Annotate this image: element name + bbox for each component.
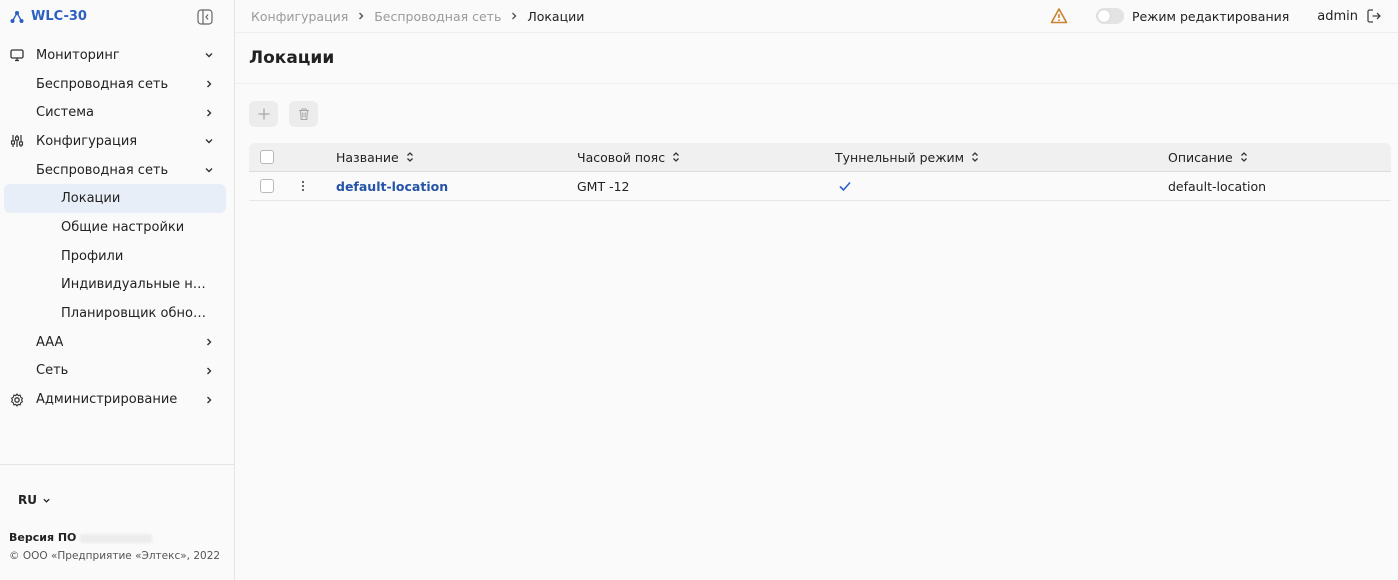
app-name[interactable]: WLC-30 <box>31 9 87 24</box>
logout-icon[interactable] <box>1366 8 1382 24</box>
chevron-down-icon <box>42 496 51 505</box>
add-button[interactable] <box>249 101 278 127</box>
sidebar-item-label: Мониторинг <box>36 47 120 63</box>
chevron-down-icon <box>204 136 214 146</box>
row-actions-cell <box>298 179 308 193</box>
chevron-down-icon <box>204 165 214 175</box>
sidebar-item-individual-settings[interactable]: Индивидуальные настро… <box>4 271 226 300</box>
select-all-checkbox[interactable] <box>260 150 274 164</box>
sidebar-item-aaa[interactable]: AAA <box>4 328 226 357</box>
column-label: Название <box>336 149 399 165</box>
version-label: Версия ПО <box>9 531 77 544</box>
table-header: Название Часовой пояс Туннельный режим О… <box>249 143 1391 172</box>
edit-mode-toggle[interactable] <box>1095 8 1124 24</box>
sidebar-item-label: Беспроводная сеть <box>36 162 169 178</box>
sidebar-footer: RU Версия ПО © ООО «Предприятие «Элтекс»… <box>0 464 234 580</box>
sidebar-item-general-settings[interactable]: Общие настройки <box>4 213 226 242</box>
breadcrumb-item[interactable]: Беспроводная сеть <box>374 9 501 24</box>
top-bar: Конфигурация Беспроводная сеть Локации Р… <box>235 0 1398 33</box>
sidebar-item-profiles[interactable]: Профили <box>4 242 226 271</box>
network-logo-icon <box>10 10 24 24</box>
warning-icon[interactable] <box>1050 7 1068 25</box>
select-all-cell <box>260 150 274 164</box>
sidebar-item-monitoring-wireless[interactable]: Беспроводная сеть <box>4 70 226 99</box>
sidebar-item-label: AAA <box>36 334 64 350</box>
software-version: Версия ПО <box>9 531 153 544</box>
location-name-link[interactable]: default-location <box>336 179 448 194</box>
sidebar-item-label: Сеть <box>36 363 69 379</box>
sort-icon <box>405 151 415 163</box>
sidebar-item-label: Планировщик обновлен… <box>61 306 206 322</box>
description-cell: default-location <box>1168 178 1267 194</box>
sidebar-item-configuration[interactable]: Конфигурация <box>4 127 226 156</box>
sidebar-item-monitoring[interactable]: Мониторинг <box>4 41 226 70</box>
sidebar-item-label: Локации <box>61 191 121 207</box>
sidebar-item-administration[interactable]: Администрирование <box>4 385 226 414</box>
sidebar-item-label: Индивидуальные настро… <box>61 277 206 293</box>
chevron-right-icon <box>204 79 214 89</box>
monitor-icon <box>10 48 24 62</box>
sidebar-item-label: Беспроводная сеть <box>36 76 169 92</box>
sidebar-item-system[interactable]: Система <box>4 98 226 127</box>
table-toolbar <box>249 101 318 127</box>
sidebar-item-locations[interactable]: Локации <box>4 184 226 214</box>
collapse-sidebar-icon[interactable] <box>197 8 213 25</box>
chevron-right-icon <box>204 366 214 376</box>
locations-table: Название Часовой пояс Туннельный режим О… <box>249 143 1391 201</box>
edit-mode-label: Режим редактирования <box>1131 8 1290 24</box>
sort-icon <box>671 151 681 163</box>
sort-icon <box>1239 151 1249 163</box>
sidebar-header: WLC-30 <box>0 0 234 33</box>
column-header-timezone[interactable]: Часовой пояс <box>577 150 681 165</box>
breadcrumb-current: Локации <box>527 8 585 24</box>
column-header-description[interactable]: Описание <box>1168 150 1249 165</box>
chevron-right-icon <box>204 395 214 405</box>
column-label: Часовой пояс <box>577 149 666 165</box>
sidebar-item-label: Администрирование <box>36 392 178 408</box>
copyright: © ООО «Предприятие «Элтекс», 2022 <box>9 550 221 562</box>
column-label: Описание <box>1168 149 1233 165</box>
delete-button[interactable] <box>289 101 318 127</box>
sidebar-item-label: Профили <box>61 248 124 264</box>
plus-icon <box>258 108 269 120</box>
breadcrumb-item[interactable]: Конфигурация <box>251 9 348 24</box>
sidebar-item-network[interactable]: Сеть <box>4 357 226 386</box>
column-header-name[interactable]: Название <box>336 150 415 165</box>
sliders-icon <box>10 134 24 148</box>
breadcrumb: Конфигурация Беспроводная сеть Локации <box>251 9 584 24</box>
row-select-cell <box>260 179 274 193</box>
main-content: Конфигурация Беспроводная сеть Локации Р… <box>235 0 1398 580</box>
chevron-right-icon <box>509 11 519 21</box>
column-label: Туннельный режим <box>835 149 965 165</box>
sidebar-item-label: Общие настройки <box>61 219 185 235</box>
version-value-redacted <box>80 533 153 543</box>
gear-icon <box>10 392 24 407</box>
tunnel-mode-cell <box>835 179 852 193</box>
page-header: Локации <box>235 33 1398 84</box>
chevron-down-icon <box>204 50 214 60</box>
sidebar-item-update-scheduler[interactable]: Планировщик обновлен… <box>4 299 226 328</box>
sidebar: WLC-30 Мониторинг Беспроводная сеть Сист… <box>0 0 235 580</box>
user-name[interactable]: admin <box>1317 9 1358 24</box>
column-header-tunnel[interactable]: Туннельный режим <box>835 150 980 165</box>
sidebar-menu: Мониторинг Беспроводная сеть Система Кон… <box>0 41 234 414</box>
sidebar-item-label: Конфигурация <box>36 133 138 149</box>
sort-icon <box>970 151 980 163</box>
top-bar-actions: Режим редактирования admin <box>1050 7 1382 25</box>
timezone-cell: GMT -12 <box>577 178 630 194</box>
trash-icon <box>298 108 309 121</box>
language-selector[interactable]: RU <box>18 493 51 507</box>
table-row: default-location GMT -12 default-locatio… <box>249 172 1391 201</box>
language-label: RU <box>18 493 37 507</box>
sidebar-item-config-wireless[interactable]: Беспроводная сеть <box>4 156 226 185</box>
row-checkbox[interactable] <box>260 179 274 193</box>
chevron-right-icon <box>204 337 214 347</box>
sidebar-item-label: Система <box>36 105 95 121</box>
chevron-right-icon <box>204 108 214 118</box>
kebab-menu-icon[interactable] <box>298 179 308 193</box>
chevron-right-icon <box>356 11 366 21</box>
page-title: Локации <box>249 48 335 68</box>
check-icon <box>838 179 852 193</box>
